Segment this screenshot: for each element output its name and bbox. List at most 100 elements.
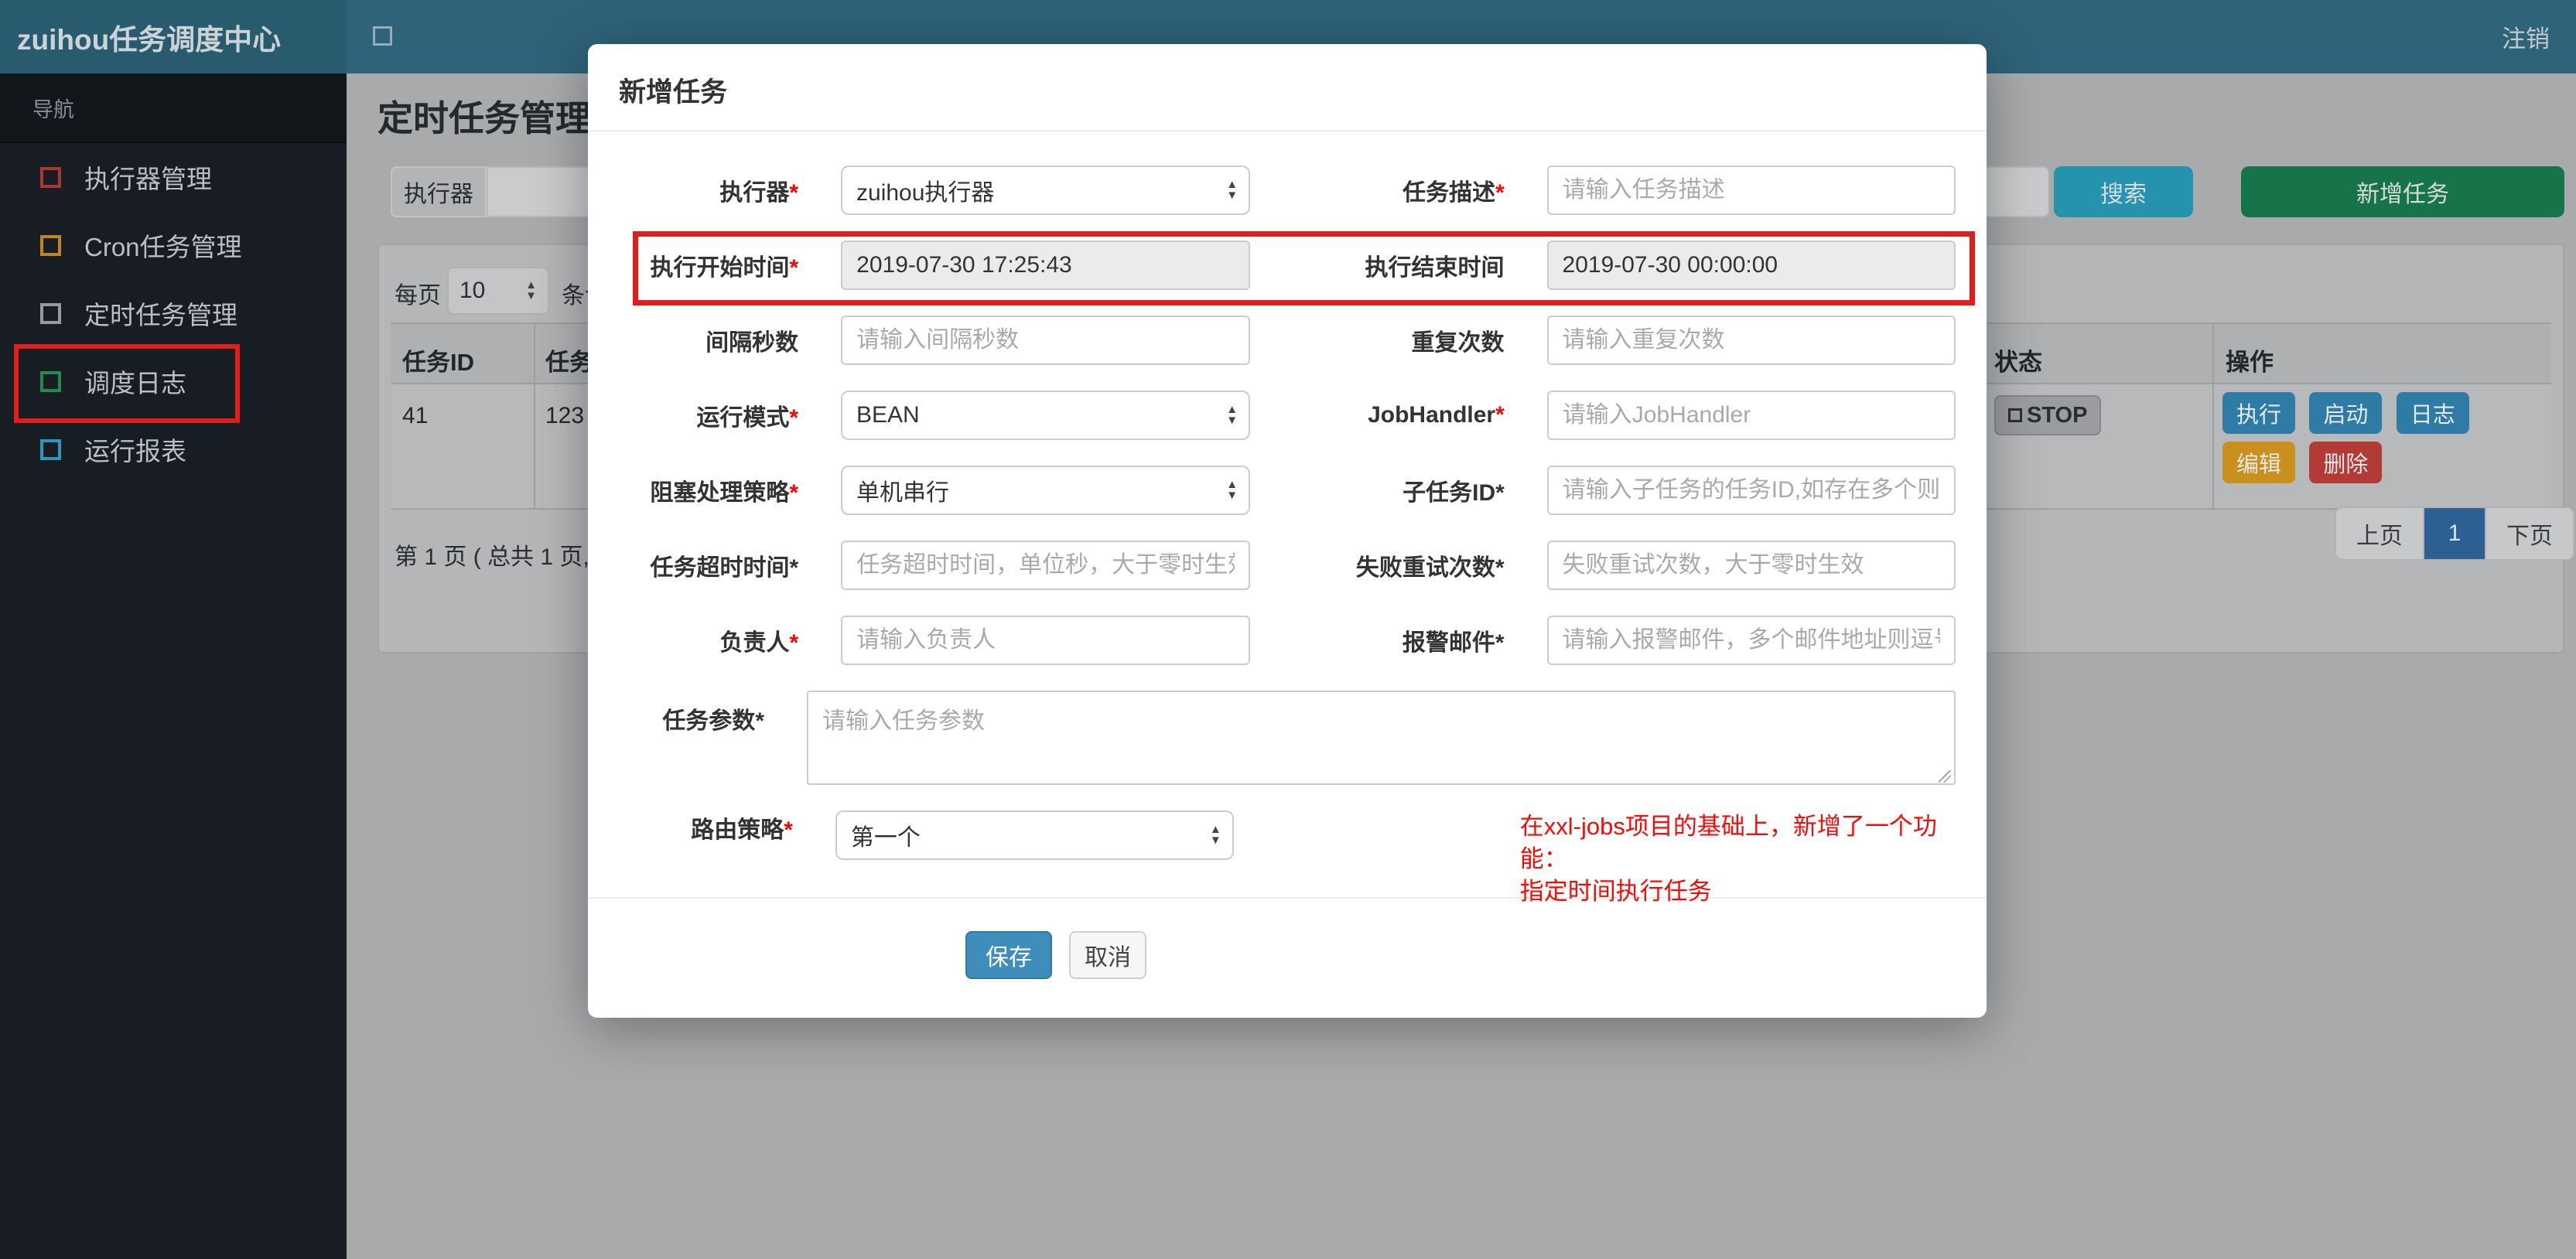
task-params-label: 任务参数* [662, 708, 764, 734]
per-page-select[interactable]: 10 ▲ ▼ [447, 267, 549, 315]
sidebar-item-cron-tasks[interactable]: Cron任务管理 [0, 211, 347, 279]
log-button[interactable]: 日志 [2396, 392, 2469, 434]
executor-select-value: zuihou执行器 [856, 180, 995, 206]
square-icon [40, 438, 61, 460]
cell-task-desc: 123 [545, 403, 585, 428]
owner-label: 负责人* [719, 630, 799, 656]
form-row-route-strategy: 路由策略* 第一个 ▲ ▼ 在xxl-jobs项目的基础上，新增了一个功能： 指定… [619, 810, 1956, 905]
sidebar-item-label: 执行器管理 [84, 165, 212, 193]
retry-count-input[interactable] [1546, 541, 1956, 590]
start-time-label: 执行开始时间* [650, 255, 799, 281]
feature-note-line2: 指定时间执行任务 [1519, 878, 1712, 905]
delete-button[interactable]: 删除 [2309, 442, 2383, 483]
timeout-input[interactable] [841, 541, 1250, 590]
add-task-button[interactable]: 新增任务 [2241, 166, 2564, 217]
start-time-input[interactable]: 2019-07-30 17:25:43 [841, 241, 1250, 290]
square-icon [40, 370, 61, 392]
logout-link[interactable]: 注销 [2502, 0, 2550, 73]
column-divider [534, 324, 535, 383]
alarm-email-input[interactable] [1546, 616, 1956, 665]
sidebar-toggle-icon[interactable] [373, 26, 392, 46]
add-task-modal: 新增任务 执行器* zuihou执行器 ▲▼ 任务描述* 执行开始时间* 201… [588, 44, 1987, 1018]
end-time-label: 执行结束时间 [1365, 255, 1505, 281]
select-arrows-icon: ▲ ▼ [1226, 478, 1238, 502]
form-row-owner-email: 负责人* 报警邮件* [619, 616, 1956, 665]
column-divider [2212, 384, 2214, 508]
select-arrows-icon: ▲ ▼ [1226, 178, 1238, 202]
feature-note: 在xxl-jobs项目的基础上，新增了一个功能： 指定时间执行任务 [1520, 810, 1956, 908]
block-strategy-select[interactable]: 单机串行 ▲ ▼ [841, 466, 1251, 515]
sidebar-item-dispatch-log[interactable]: 调度日志 [0, 347, 347, 415]
sidebar-item-label: 调度日志 [84, 369, 186, 397]
form-row-runmode-handler: 运行模式* BEAN ▲ ▼ JobHandler* [619, 391, 1956, 440]
select-arrows-icon: ▲ ▼ [525, 278, 537, 302]
timeout-label: 任务超时时间* [650, 555, 799, 581]
square-icon [40, 166, 61, 188]
retry-count-label: 失败重试次数* [1355, 555, 1505, 581]
owner-input[interactable] [841, 616, 1250, 665]
search-button[interactable]: 搜索 [2054, 166, 2193, 217]
select-arrows-icon: ▲ ▼ [1209, 823, 1221, 847]
sidebar: 导航 执行器管理 Cron任务管理 定时任务管理 调度日志 运行报表 [0, 73, 347, 1259]
block-strategy-select-value: 单机串行 [856, 480, 950, 506]
route-strategy-select[interactable]: 第一个 ▲ ▼ [835, 810, 1234, 860]
form-row-block-childid: 阻塞处理策略* 单机串行 ▲ ▼ 子任务ID* [619, 466, 1956, 515]
interval-label: 间隔秒数 [705, 330, 799, 356]
sidebar-item-label: 运行报表 [84, 437, 186, 466]
column-divider [534, 384, 535, 508]
per-page-value: 10 [460, 278, 486, 303]
col-header-operations: 操作 [2226, 349, 2274, 376]
save-button[interactable]: 保存 [965, 931, 1052, 979]
jobhandler-input[interactable] [1546, 391, 1956, 440]
feature-note-line1: 在xxl-jobs项目的基础上，新增了一个功能： [1519, 813, 1937, 872]
square-icon [40, 234, 61, 256]
end-time-input[interactable]: 2019-07-30 00:00:00 [1546, 241, 1956, 290]
jobhandler-label: JobHandler* [1368, 402, 1505, 428]
start-button[interactable]: 启动 [2309, 392, 2383, 434]
prev-page-button[interactable]: 上页 [2336, 508, 2424, 559]
row-actions: 执行 启动 日志 编辑 删除 [2222, 392, 2547, 491]
filter-executor-label: 执行器 [391, 166, 487, 217]
route-strategy-label: 路由策略* [691, 817, 793, 843]
sidebar-item-label: 定时任务管理 [84, 301, 237, 329]
block-strategy-label: 阻塞处理策略* [650, 480, 799, 506]
col-header-status: 状态 [1994, 349, 2042, 376]
square-icon [40, 302, 61, 324]
interval-input[interactable] [841, 316, 1250, 365]
cancel-button[interactable]: 取消 [1069, 931, 1146, 979]
task-params-wrap [807, 691, 1956, 789]
task-desc-label: 任务描述* [1402, 180, 1505, 206]
child-task-id-label: 子任务ID* [1402, 480, 1505, 506]
cell-task-id: 41 [402, 403, 429, 428]
child-task-id-input[interactable] [1546, 466, 1956, 515]
run-mode-select-value: BEAN [856, 402, 920, 428]
executor-label: 执行器* [719, 180, 799, 206]
form-row-task-params: 任务参数* [619, 691, 1956, 785]
edit-button[interactable]: 编辑 [2222, 442, 2296, 483]
route-strategy-select-value: 第一个 [850, 825, 921, 851]
pagination: 上页 1 下页 [2335, 507, 2574, 561]
select-arrows-icon: ▲ ▼ [1226, 403, 1238, 427]
alarm-email-label: 报警邮件* [1402, 630, 1505, 656]
sidebar-item-scheduled-tasks[interactable]: 定时任务管理 [0, 279, 347, 347]
current-page-button[interactable]: 1 [2424, 508, 2486, 559]
run-button[interactable]: 执行 [2222, 392, 2296, 434]
sidebar-item-executor-mgmt[interactable]: 执行器管理 [0, 143, 347, 211]
task-params-textarea[interactable] [807, 691, 1956, 785]
status-badge: STOP [1994, 395, 2102, 435]
modal-footer: 保存 取消 [588, 899, 1987, 979]
run-mode-select[interactable]: BEAN ▲ ▼ [841, 391, 1251, 440]
app-logo[interactable]: zuihou任务调度中心 [0, 0, 347, 73]
per-page-label: 每页 [395, 283, 441, 309]
form-row-interval-repeat: 间隔秒数 重复次数 [619, 316, 1956, 365]
next-page-button[interactable]: 下页 [2486, 508, 2573, 559]
sidebar-item-run-report[interactable]: 运行报表 [0, 415, 347, 483]
form-row-start-end-time: 执行开始时间* 2019-07-30 17:25:43 执行结束时间 2019-… [619, 231, 1975, 305]
sidebar-item-label: Cron任务管理 [84, 233, 242, 261]
task-desc-input[interactable] [1546, 165, 1956, 215]
modal-title: 新增任务 [619, 77, 728, 107]
repeat-count-input[interactable] [1546, 316, 1956, 365]
executor-select[interactable]: zuihou执行器 ▲ ▼ [841, 165, 1251, 215]
form-row-timeout-retry: 任务超时时间* 失败重试次数* [619, 541, 1956, 590]
column-divider [2212, 324, 2214, 383]
